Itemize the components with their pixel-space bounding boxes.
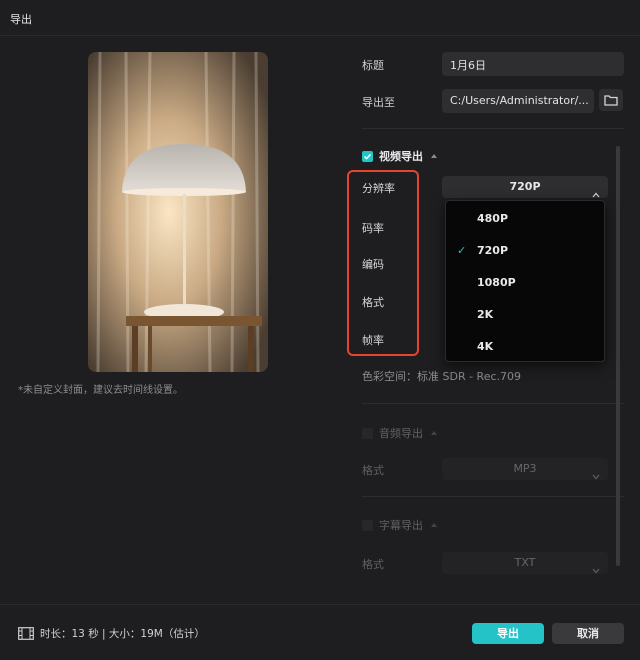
cover-hint: *未自定义封面，建议去时间线设置。 [18,385,183,396]
export-button[interactable]: 导出 [472,623,544,644]
chevron-down-icon [592,466,600,488]
duration-size-text: 时长：13 秒 | 大小：19M（估计） [40,628,205,640]
title-bar: 导出 [0,0,640,36]
resolution-option-480p[interactable]: 480P [446,205,604,233]
settings-scrollbar[interactable] [616,146,620,566]
color-space-text: 色彩空间：标准 SDR - Rec.709 [362,370,522,383]
subtitle-format-label: 格式 [362,558,384,571]
video-export-toggle[interactable]: 视频导出 [362,148,437,164]
audio-export-label: 音频导出 [379,427,423,440]
check-icon [363,153,372,160]
film-icon [18,627,34,640]
check-icon: ✓ [457,244,467,257]
chevron-down-icon [592,560,600,582]
labels-highlight-box [347,170,419,356]
collapse-caret-icon[interactable] [431,431,437,435]
resolution-option-720p[interactable]: ✓ 720P [446,237,604,265]
audio-export-checkbox[interactable] [362,427,373,439]
folder-icon [604,95,618,106]
collapse-caret-icon[interactable] [431,523,437,527]
subtitle-export-checkbox[interactable] [362,519,373,531]
divider [362,128,624,129]
cover-preview-image [88,52,268,372]
subtitle-format-value: TXT [514,556,536,569]
audio-format-label: 格式 [362,464,384,477]
export-path-label: 导出至 [362,96,395,109]
audio-export-toggle[interactable]: 音频导出 [362,425,437,441]
audio-format-select[interactable]: MP3 [442,458,608,480]
resolution-select[interactable]: 720P [442,176,608,198]
window-title: 导出 [10,13,32,26]
audio-format-value: MP3 [513,462,537,475]
video-export-checkbox[interactable] [362,150,373,162]
lamp-photo [88,52,268,372]
browse-folder-button[interactable] [599,89,623,111]
video-export-label: 视频导出 [379,150,423,163]
divider [362,496,624,497]
subtitle-export-toggle[interactable]: 字幕导出 [362,517,437,533]
resolution-select-value: 720P [509,180,541,193]
resolution-dropdown: 480P ✓ 720P 1080P 2K 4K [445,200,605,362]
divider [362,403,624,404]
subtitle-export-label: 字幕导出 [379,519,423,532]
subtitle-format-select[interactable]: TXT [442,552,608,574]
resolution-option-2k[interactable]: 2K [446,301,604,329]
collapse-caret-icon[interactable] [431,154,437,158]
footer-divider [0,604,640,605]
resolution-option-4k[interactable]: 4K [446,333,604,361]
export-path-input[interactable]: C:/Users/Administrator/... [442,89,594,113]
cancel-button[interactable]: 取消 [552,623,624,644]
title-input[interactable]: 1月6日 [442,52,624,76]
export-info: 时长：13 秒 | 大小：19M（估计） [18,626,205,641]
resolution-option-1080p[interactable]: 1080P [446,269,604,297]
title-label: 标题 [362,59,384,72]
